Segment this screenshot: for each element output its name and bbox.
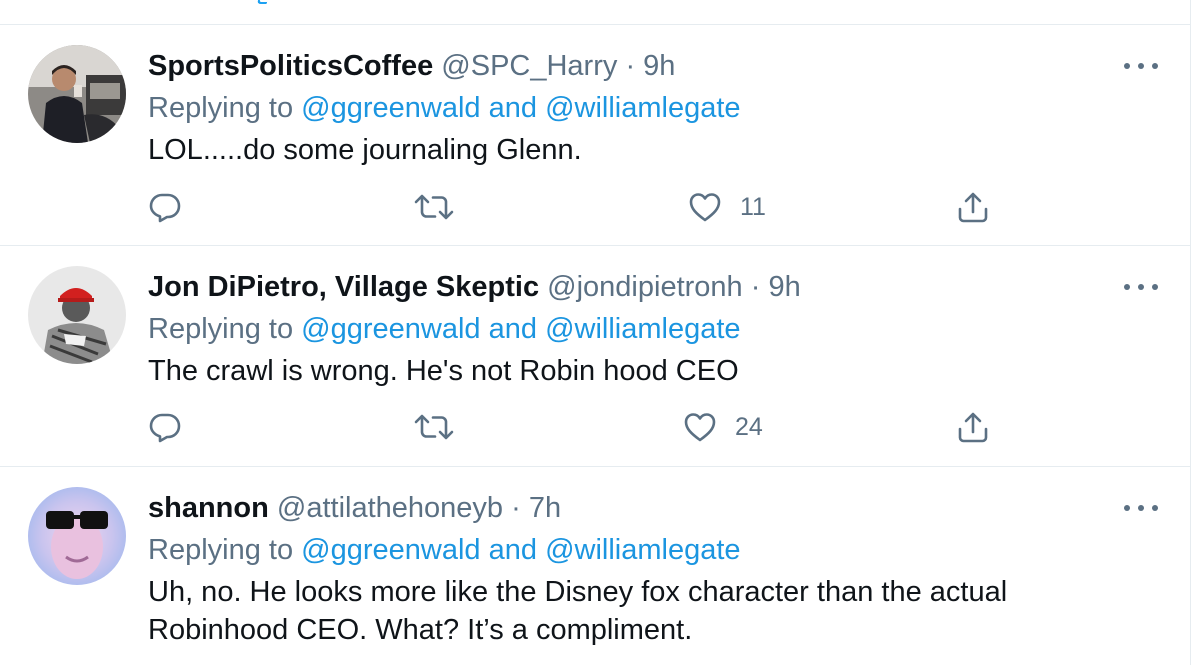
mention-link[interactable]: @ggreenwald bbox=[301, 92, 480, 124]
reply-button[interactable] bbox=[148, 409, 182, 445]
heart-icon bbox=[684, 413, 716, 442]
like-count: 24 bbox=[735, 412, 763, 441]
replying-prefix: Replying to bbox=[148, 534, 294, 566]
user-handle[interactable]: @jondipietronh bbox=[547, 271, 743, 303]
retweet-icon bbox=[414, 194, 454, 220]
avatar[interactable] bbox=[28, 487, 126, 585]
retweet-button[interactable] bbox=[413, 189, 455, 225]
like-button[interactable]: 24 bbox=[683, 409, 763, 445]
tweet-content: SportsPoliticsCoffee @SPC_Harry · 9h Rep… bbox=[148, 49, 1148, 169]
timeline-border bbox=[1190, 0, 1191, 665]
replying-to: Replying to @ggreenwald and @williamlega… bbox=[148, 533, 1148, 567]
display-name[interactable]: shannon bbox=[148, 492, 269, 524]
tweet[interactable]: Jon DiPietro, Village Skeptic @jondipiet… bbox=[0, 246, 1190, 466]
reply-thread: SportsPoliticsCoffee @SPC_Harry · 9h Rep… bbox=[0, 0, 1200, 665]
tweet-text: Uh, no. He looks more like the Disney fo… bbox=[148, 576, 1008, 646]
user-handle[interactable]: @SPC_Harry bbox=[441, 50, 617, 82]
display-name[interactable]: SportsPoliticsCoffee bbox=[148, 50, 433, 82]
share-button[interactable] bbox=[956, 409, 990, 445]
more-icon[interactable] bbox=[1124, 60, 1158, 72]
heart-icon bbox=[689, 193, 721, 222]
and-link[interactable]: and bbox=[489, 534, 537, 566]
reply-icon bbox=[149, 413, 181, 443]
replying-to: Replying to @ggreenwald and @williamlega… bbox=[148, 312, 1148, 346]
mention-link[interactable]: @williamlegate bbox=[545, 92, 740, 124]
share-icon bbox=[958, 412, 988, 443]
like-button[interactable]: 11 bbox=[688, 189, 766, 225]
retweet-button[interactable] bbox=[413, 409, 455, 445]
timestamp[interactable]: 7h bbox=[529, 492, 561, 524]
separator: · bbox=[750, 271, 761, 303]
tweet-text: LOL.....do some journaling Glenn. bbox=[148, 134, 582, 166]
tweet-text: The crawl is wrong. He's not Robin hood … bbox=[148, 355, 739, 387]
avatar[interactable] bbox=[28, 45, 126, 143]
mention-link[interactable]: @ggreenwald bbox=[301, 313, 480, 345]
tweet-actions: 24 bbox=[148, 409, 1048, 445]
tweet-content: shannon @attilathehoneyb · 7h Replying t… bbox=[148, 491, 1148, 649]
and-link[interactable]: and bbox=[489, 92, 537, 124]
tweet-content: Jon DiPietro, Village Skeptic @jondipiet… bbox=[148, 270, 1148, 390]
replying-to: Replying to @ggreenwald and @williamlega… bbox=[148, 91, 1148, 125]
timestamp[interactable]: 9h bbox=[643, 50, 675, 82]
tweet-header: shannon @attilathehoneyb · 7h bbox=[148, 491, 1148, 525]
user-handle[interactable]: @attilathehoneyb bbox=[277, 492, 503, 524]
avatar[interactable] bbox=[28, 266, 126, 364]
tweet[interactable]: shannon @attilathehoneyb · 7h Replying t… bbox=[0, 467, 1190, 665]
share-icon bbox=[958, 192, 988, 223]
mention-link[interactable]: @williamlegate bbox=[545, 313, 740, 345]
tweet-actions: 11 bbox=[148, 189, 1048, 225]
timestamp[interactable]: 9h bbox=[768, 271, 800, 303]
mention-link[interactable]: @ggreenwald bbox=[301, 534, 480, 566]
display-name[interactable]: Jon DiPietro, Village Skeptic bbox=[148, 271, 539, 303]
tweet-header: Jon DiPietro, Village Skeptic @jondipiet… bbox=[148, 270, 1148, 304]
reply-icon bbox=[149, 193, 181, 223]
replying-prefix: Replying to bbox=[148, 313, 294, 345]
reply-button[interactable] bbox=[148, 189, 182, 225]
separator: · bbox=[625, 50, 636, 82]
and-link[interactable]: and bbox=[489, 313, 537, 345]
like-count: 11 bbox=[740, 192, 766, 221]
tweet-header: SportsPoliticsCoffee @SPC_Harry · 9h bbox=[148, 49, 1148, 83]
tweet[interactable]: SportsPoliticsCoffee @SPC_Harry · 9h Rep… bbox=[0, 25, 1190, 245]
previous-tweet-icon-fragment bbox=[256, 0, 270, 4]
more-icon[interactable] bbox=[1124, 502, 1158, 514]
separator: · bbox=[511, 492, 521, 524]
replying-prefix: Replying to bbox=[148, 92, 294, 124]
share-button[interactable] bbox=[956, 189, 990, 225]
mention-link[interactable]: @williamlegate bbox=[545, 534, 740, 566]
retweet-icon bbox=[414, 414, 454, 440]
more-icon[interactable] bbox=[1124, 281, 1158, 293]
